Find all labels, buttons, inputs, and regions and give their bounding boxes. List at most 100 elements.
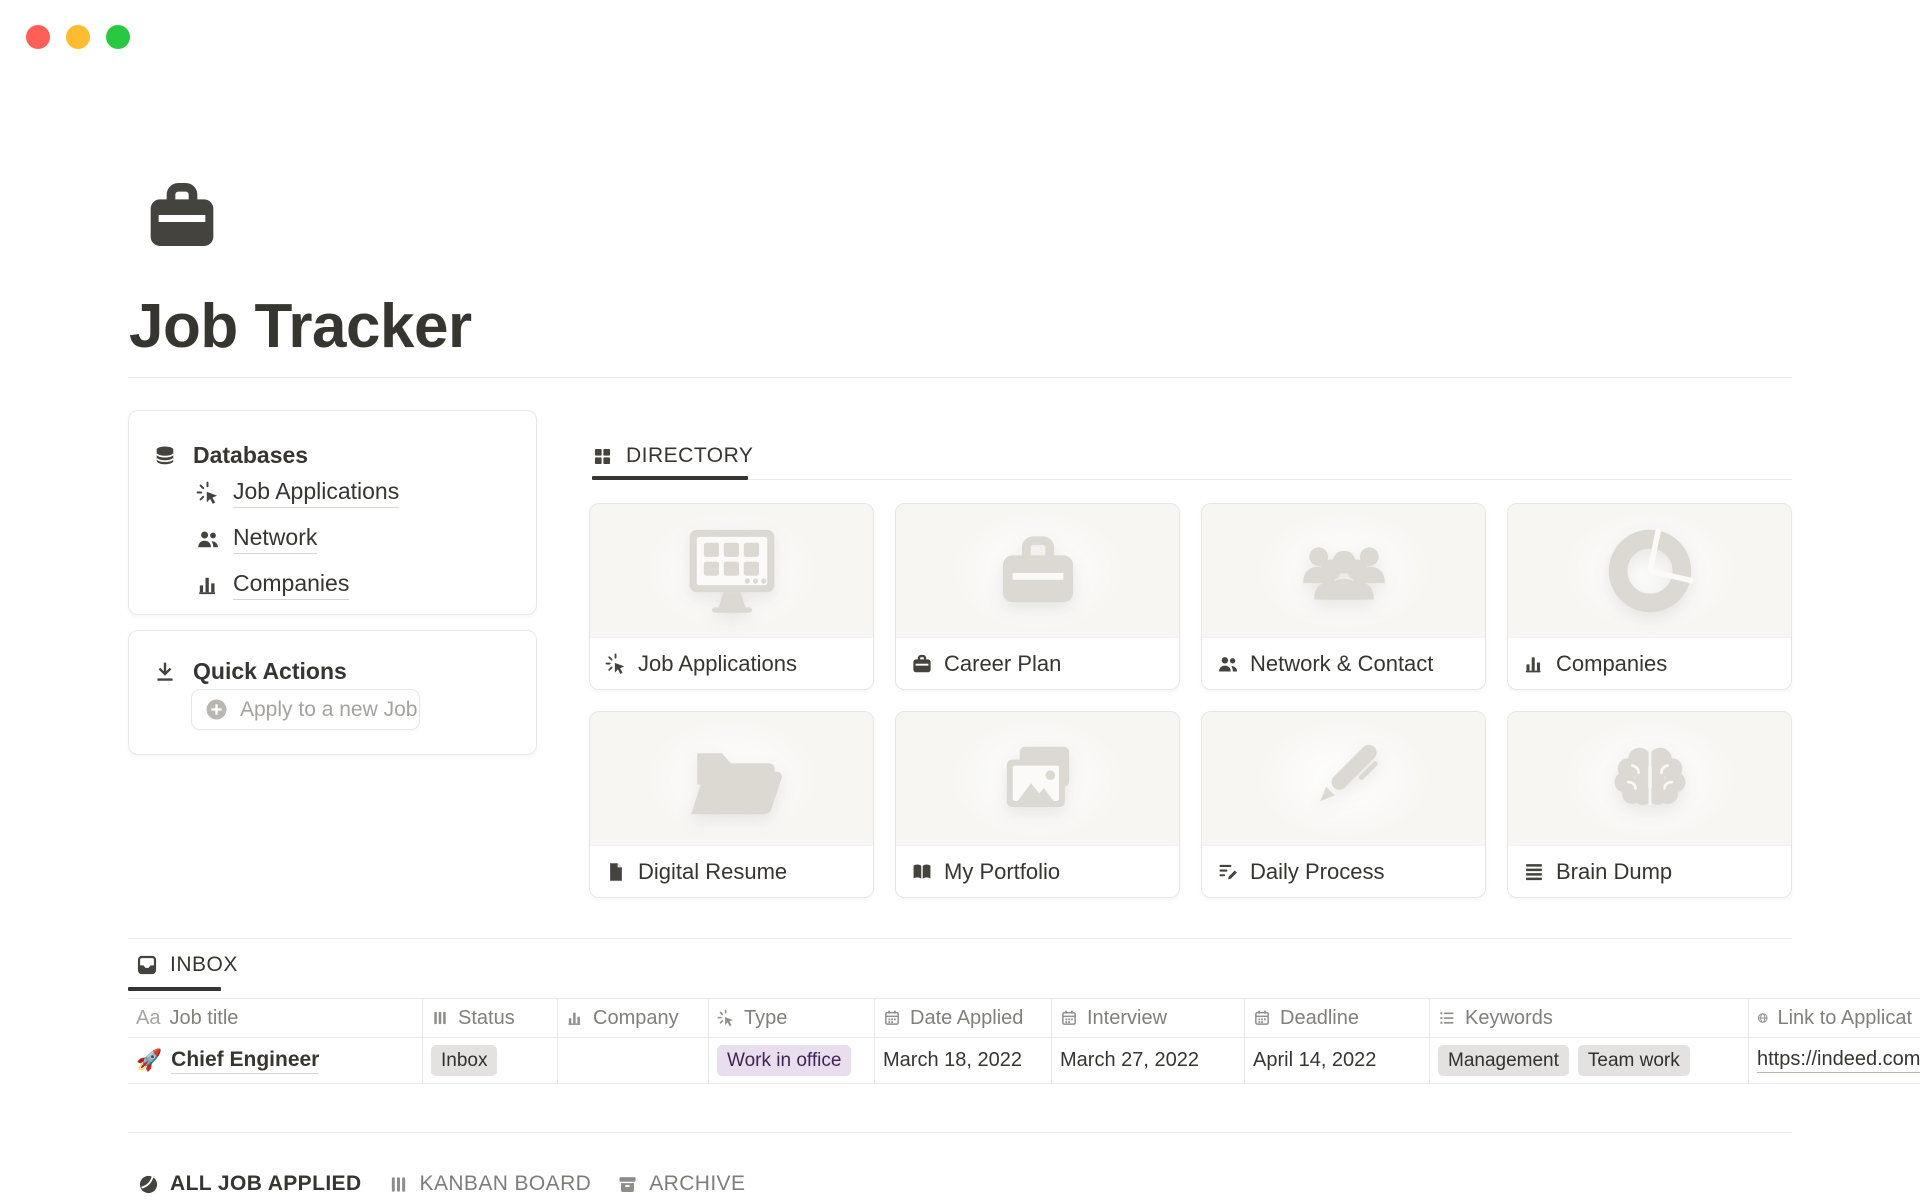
interview-cell[interactable]: March 27, 2022 bbox=[1052, 1038, 1245, 1083]
keywords-cell[interactable]: Management Team work bbox=[1430, 1038, 1749, 1083]
thick-lines-icon bbox=[1523, 861, 1545, 883]
bar-chart-icon bbox=[196, 573, 220, 597]
column-header-status[interactable]: Status bbox=[423, 999, 558, 1037]
job-title-link[interactable]: Chief Engineer bbox=[171, 1048, 319, 1074]
quick-actions-header: Quick Actions bbox=[153, 658, 347, 685]
card-label: Digital Resume bbox=[638, 859, 787, 885]
column-header-link[interactable]: Link to Applicat bbox=[1749, 999, 1920, 1037]
card-label: Brain Dump bbox=[1556, 859, 1672, 885]
card-brain-dump[interactable]: Brain Dump bbox=[1507, 711, 1792, 898]
card-cover bbox=[1508, 712, 1791, 845]
click-icon bbox=[605, 653, 627, 675]
column-header-date-applied[interactable]: Date Applied bbox=[875, 999, 1052, 1037]
tab-directory[interactable]: DIRECTORY bbox=[592, 444, 753, 468]
view-tabs: ALL JOB APPLIED KANBAN BOARD ARCHIVE bbox=[138, 1172, 745, 1196]
job-title-cell[interactable]: 🚀 Chief Engineer bbox=[128, 1038, 423, 1083]
inbox-tab-label: INBOX bbox=[170, 953, 238, 977]
column-header-job-title[interactable]: Aa Job title bbox=[128, 999, 423, 1037]
minimize-window-button[interactable] bbox=[66, 25, 90, 49]
active-tab-underline bbox=[128, 987, 221, 991]
rocket-emoji: 🚀 bbox=[136, 1048, 162, 1073]
card-digital-resume[interactable]: Digital Resume bbox=[589, 711, 874, 898]
click-icon bbox=[196, 481, 220, 505]
databases-list: Job Applications Network Companies bbox=[196, 470, 399, 608]
tab-archive[interactable]: ARCHIVE bbox=[617, 1172, 745, 1196]
deadline-cell[interactable]: April 14, 2022 bbox=[1245, 1038, 1430, 1083]
databases-title: Databases bbox=[193, 442, 308, 469]
sidebar-item-companies[interactable]: Companies bbox=[196, 562, 399, 608]
link-label[interactable]: Companies bbox=[233, 570, 349, 600]
list-icon bbox=[1438, 1009, 1456, 1027]
type-cell[interactable]: Work in office bbox=[709, 1038, 875, 1083]
brain-icon bbox=[1598, 737, 1702, 821]
link-label[interactable]: Job Applications bbox=[233, 478, 399, 508]
column-header-keywords[interactable]: Keywords bbox=[1430, 999, 1749, 1037]
browse-all-icon bbox=[138, 1174, 159, 1195]
tab-inbox[interactable]: INBOX bbox=[136, 953, 238, 977]
photos-icon bbox=[984, 736, 1092, 822]
donut-chart-icon bbox=[1595, 527, 1705, 615]
status-cell[interactable]: Inbox bbox=[423, 1038, 558, 1083]
status-tag[interactable]: Inbox bbox=[431, 1045, 497, 1076]
link-cell[interactable]: https://indeed.com bbox=[1749, 1038, 1920, 1083]
select-property-icon bbox=[431, 1009, 449, 1027]
divider bbox=[128, 377, 1792, 378]
card-caption: Job Applications bbox=[590, 637, 873, 690]
link-label[interactable]: Network bbox=[233, 524, 317, 554]
window-controls bbox=[26, 25, 130, 49]
notion-job-tracker-window: Job Tracker Databases Job Applications N… bbox=[0, 0, 1920, 1200]
card-daily-process[interactable]: Daily Process bbox=[1201, 711, 1486, 898]
column-header-type[interactable]: Type bbox=[709, 999, 875, 1037]
quick-actions-card: Quick Actions Apply to a new Job bbox=[128, 630, 537, 755]
card-caption: Career Plan bbox=[896, 637, 1179, 690]
sidebar-item-network[interactable]: Network bbox=[196, 516, 399, 562]
apply-new-job-button[interactable]: Apply to a new Job bbox=[191, 689, 420, 730]
card-caption: My Portfolio bbox=[896, 845, 1179, 898]
card-caption: Digital Resume bbox=[590, 845, 873, 898]
card-network-contact[interactable]: Network & Contact bbox=[1201, 503, 1486, 690]
click-icon bbox=[717, 1009, 735, 1027]
apply-new-job-label: Apply to a new Job bbox=[240, 698, 417, 722]
application-url-link[interactable]: https://indeed.com bbox=[1757, 1048, 1920, 1073]
card-caption: Brain Dump bbox=[1508, 845, 1791, 898]
date-applied-cell[interactable]: March 18, 2022 bbox=[875, 1038, 1052, 1083]
tab-all-job-applied[interactable]: ALL JOB APPLIED bbox=[138, 1172, 362, 1196]
table-row: 🚀 Chief Engineer Inbox Work in office Ma… bbox=[128, 1038, 1920, 1084]
close-window-button[interactable] bbox=[26, 25, 50, 49]
keyword-tag[interactable]: Team work bbox=[1578, 1045, 1690, 1076]
column-header-deadline[interactable]: Deadline bbox=[1245, 999, 1430, 1037]
monitor-grid-icon bbox=[673, 524, 791, 618]
zoom-window-button[interactable] bbox=[106, 25, 130, 49]
card-my-portfolio[interactable]: My Portfolio bbox=[895, 711, 1180, 898]
briefcase-icon[interactable] bbox=[142, 176, 222, 256]
card-caption: Network & Contact bbox=[1202, 637, 1485, 690]
divider bbox=[128, 1132, 1792, 1133]
globe-icon bbox=[1757, 1009, 1768, 1027]
card-label: Companies bbox=[1556, 651, 1667, 677]
card-cover bbox=[590, 712, 873, 845]
tab-kanban-board[interactable]: KANBAN BOARD bbox=[388, 1172, 592, 1196]
card-cover bbox=[1202, 712, 1485, 845]
card-companies[interactable]: Companies bbox=[1507, 503, 1792, 690]
directory-card-grid: Job Applications Career Plan Network & C… bbox=[589, 503, 1792, 898]
card-career-plan[interactable]: Career Plan bbox=[895, 503, 1180, 690]
card-cover bbox=[896, 504, 1179, 637]
table-header-row: Aa Job title Status Company Type Date Ap… bbox=[128, 999, 1920, 1038]
card-cover bbox=[590, 504, 873, 637]
company-cell[interactable] bbox=[558, 1038, 709, 1083]
keyword-tag[interactable]: Management bbox=[1438, 1045, 1569, 1076]
card-job-applications[interactable]: Job Applications bbox=[589, 503, 874, 690]
type-tag[interactable]: Work in office bbox=[717, 1045, 851, 1076]
column-header-company[interactable]: Company bbox=[558, 999, 709, 1037]
column-header-interview[interactable]: Interview bbox=[1052, 999, 1245, 1037]
sidebar-item-job-applications[interactable]: Job Applications bbox=[196, 470, 399, 516]
open-book-icon bbox=[911, 861, 933, 883]
download-icon bbox=[153, 660, 177, 684]
plus-circle-icon bbox=[205, 698, 228, 721]
quick-actions-title: Quick Actions bbox=[193, 658, 347, 685]
database-icon bbox=[153, 444, 177, 468]
divider bbox=[128, 938, 1792, 939]
document-icon bbox=[605, 861, 627, 883]
calendar-icon bbox=[1060, 1009, 1078, 1027]
folder-icon bbox=[676, 734, 788, 824]
